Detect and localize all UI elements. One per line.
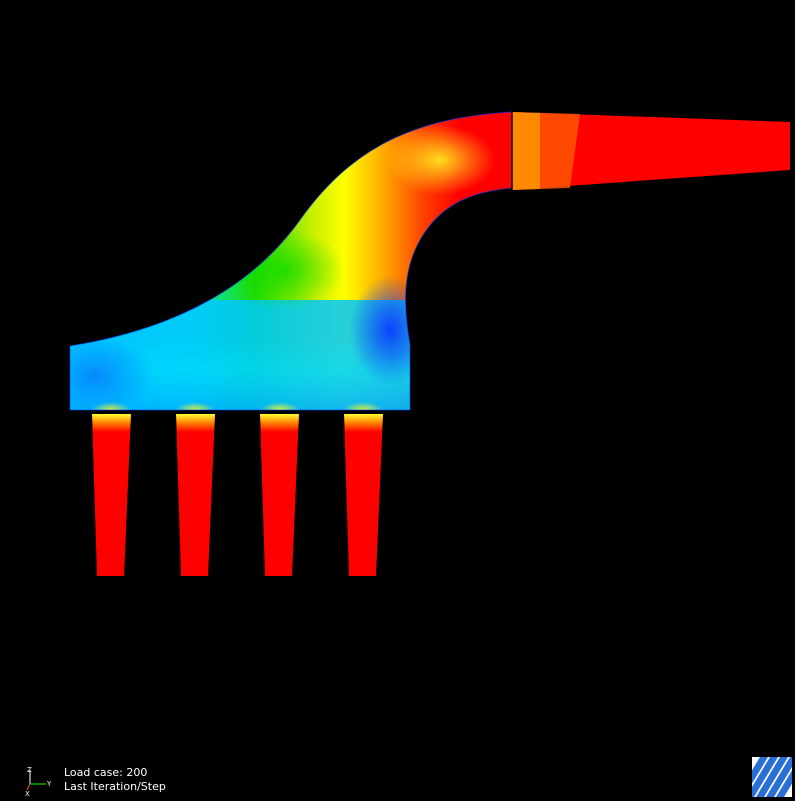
triad-y-label: Y	[46, 780, 52, 788]
triad-z-label: Z	[27, 766, 32, 774]
step-label: Last Iteration/Step	[64, 780, 166, 793]
manifold-body	[69, 111, 513, 411]
triad-x-label: X	[25, 790, 30, 796]
inlet-slot-1	[92, 414, 131, 576]
vendor-logo-icon	[752, 757, 792, 797]
inlet-slot-3	[260, 414, 299, 576]
outlet-duct	[511, 112, 790, 190]
status-readout: Load case: 200 Last Iteration/Step	[64, 766, 166, 794]
coordinate-triad-icon: Z Y X	[22, 764, 54, 798]
inlet-slot-2	[176, 414, 215, 576]
load-case-label: Load case: 200	[64, 766, 148, 779]
inlet-slot-4	[344, 414, 383, 576]
contour-viewport[interactable]	[0, 0, 795, 800]
